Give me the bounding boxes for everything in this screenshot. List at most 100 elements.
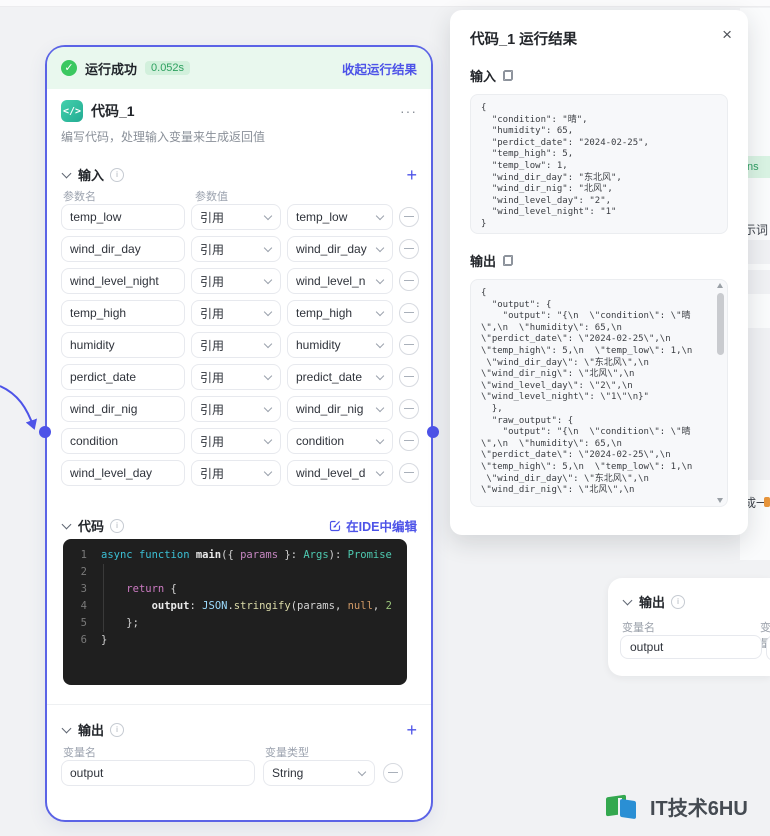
close-icon[interactable]: ×	[722, 26, 732, 43]
input-param-row: temp_low 引用 temp_low	[61, 204, 419, 230]
input-param-row: wind_dir_day 引用 wind_dir_day	[61, 236, 419, 262]
varname-column-header: 变量名	[63, 747, 96, 759]
chevron-down-icon	[375, 275, 385, 285]
back-node-varname-label: 变量名	[622, 622, 655, 634]
param-name-input[interactable]: wind_dir_day	[61, 236, 185, 262]
code-editor[interactable]: 123456 async function main({ params }: A…	[63, 539, 407, 685]
chevron-down-icon[interactable]	[61, 519, 72, 529]
result-input-label: 输入	[470, 69, 497, 84]
edit-icon	[330, 520, 341, 531]
param-name-input[interactable]: condition	[61, 428, 185, 454]
watermark: IT技术6HU	[606, 792, 748, 821]
scrollbar[interactable]	[716, 283, 725, 503]
chevron-down-icon	[263, 339, 273, 349]
remove-param-button[interactable]	[399, 303, 419, 323]
back-node-varname-input[interactable]: output	[620, 635, 762, 659]
node-output-port[interactable]	[427, 426, 439, 438]
remove-param-button[interactable]	[399, 367, 419, 387]
param-ref-select[interactable]: 引用	[191, 460, 281, 486]
param-value-select[interactable]: wind_level_n	[287, 268, 393, 294]
param-ref-select[interactable]: 引用	[191, 396, 281, 422]
param-value-select[interactable]: humidity	[287, 332, 393, 358]
param-name-input[interactable]: wind_level_night	[61, 268, 185, 294]
chevron-down-icon	[263, 403, 273, 413]
success-check-icon: ✓	[61, 60, 77, 76]
param-name-input[interactable]: perdict_date	[61, 364, 185, 390]
param-value-select[interactable]: condition	[287, 428, 393, 454]
remove-param-button[interactable]	[399, 399, 419, 419]
editor-line-numbers: 123456	[80, 549, 87, 646]
result-output-label: 输出	[470, 254, 497, 269]
add-output-button[interactable]: +	[406, 721, 417, 739]
param-value-select[interactable]: wind_level_d	[287, 460, 393, 486]
remove-param-button[interactable]	[399, 335, 419, 355]
chevron-down-icon	[375, 211, 385, 221]
param-name-input[interactable]: humidity	[61, 332, 185, 358]
result-output-json-text: { "output": { "output": "{\n \"condition…	[481, 288, 693, 496]
add-input-button[interactable]: +	[406, 166, 417, 184]
chevron-down-icon	[263, 211, 273, 221]
result-output-json[interactable]: { "output": { "output": "{\n \"condition…	[470, 279, 728, 507]
param-name-input[interactable]: wind_dir_nig	[61, 396, 185, 422]
copy-icon[interactable]	[503, 255, 514, 266]
param-name-input[interactable]: temp_high	[61, 300, 185, 326]
result-input-json[interactable]: { "condition": "晴", "humidity": 65, "per…	[470, 94, 728, 234]
edit-in-ide-link[interactable]: 在IDE中编辑	[329, 516, 417, 535]
background-node-card: 输出 i 变量名 变量 output	[608, 578, 770, 676]
chevron-down-icon[interactable]	[61, 168, 72, 178]
code-line: };	[101, 617, 139, 629]
param-ref-select[interactable]: 引用	[191, 300, 281, 326]
remove-param-button[interactable]	[399, 239, 419, 259]
output-varname-input[interactable]: output	[61, 760, 255, 786]
back-node-vartype-select[interactable]	[766, 635, 770, 661]
remove-param-button[interactable]	[399, 207, 419, 227]
input-param-row: wind_level_night 引用 wind_level_n	[61, 268, 419, 294]
param-ref-select[interactable]: 引用	[191, 268, 281, 294]
remove-param-button[interactable]	[399, 271, 419, 291]
code-line: output: JSON.stringify(params, null, 2	[151, 600, 392, 612]
more-menu-button[interactable]: ···	[400, 103, 417, 119]
param-value-select[interactable]: temp_low	[287, 204, 393, 230]
param-ref-select[interactable]: 引用	[191, 332, 281, 358]
code-section-title: 代码	[78, 519, 105, 534]
scroll-up-icon[interactable]	[717, 283, 723, 288]
output-vartype-select[interactable]: String	[263, 760, 375, 786]
scrollbar-thumb[interactable]	[717, 293, 724, 355]
chevron-down-icon	[375, 371, 385, 381]
chevron-down-icon[interactable]	[61, 723, 72, 733]
code-line: async function main({ params }: Args): P…	[101, 549, 392, 561]
info-icon: i	[110, 167, 125, 182]
remove-param-button[interactable]	[399, 463, 419, 483]
info-icon: i	[110, 518, 125, 533]
param-ref-select[interactable]: 引用	[191, 236, 281, 262]
param-value-column-header: 参数值	[195, 191, 228, 203]
chevron-down-icon[interactable]	[622, 595, 633, 605]
param-value-select[interactable]: wind_dir_nig	[287, 396, 393, 422]
variable-chip-fragment	[764, 497, 770, 507]
param-value-select[interactable]: temp_high	[287, 300, 393, 326]
scroll-down-icon[interactable]	[717, 498, 723, 503]
editor-code[interactable]: async function main({ params }: Args): P…	[93, 539, 407, 685]
chevron-down-icon	[263, 371, 273, 381]
chevron-down-icon	[263, 275, 273, 285]
param-ref-select[interactable]: 引用	[191, 364, 281, 390]
param-name-input[interactable]: temp_low	[61, 204, 185, 230]
param-value-select[interactable]: predict_date	[287, 364, 393, 390]
param-value-select[interactable]: wind_dir_day	[287, 236, 393, 262]
code-line: }	[101, 634, 108, 646]
copy-icon[interactable]	[503, 70, 514, 81]
run-status-text: 运行成功	[85, 61, 138, 77]
remove-param-button[interactable]	[399, 431, 419, 451]
param-ref-select[interactable]: 引用	[191, 428, 281, 454]
param-name-input[interactable]: wind_level_day	[61, 460, 185, 486]
code-node-card[interactable]: ✓ 运行成功 0.052s 收起运行结果 </> 代码_1 ··· 编写代码，处…	[45, 45, 433, 822]
node-input-port[interactable]	[39, 426, 51, 438]
chevron-down-icon	[263, 435, 273, 445]
remove-output-button[interactable]	[383, 763, 403, 783]
param-ref-select[interactable]: 引用	[191, 204, 281, 230]
vartype-column-header: 变量类型	[265, 747, 309, 759]
back-node-output-title: 输出	[639, 595, 666, 610]
collapse-results-link[interactable]: 收起运行结果	[342, 59, 417, 78]
input-param-row: condition 引用 condition	[61, 428, 419, 454]
